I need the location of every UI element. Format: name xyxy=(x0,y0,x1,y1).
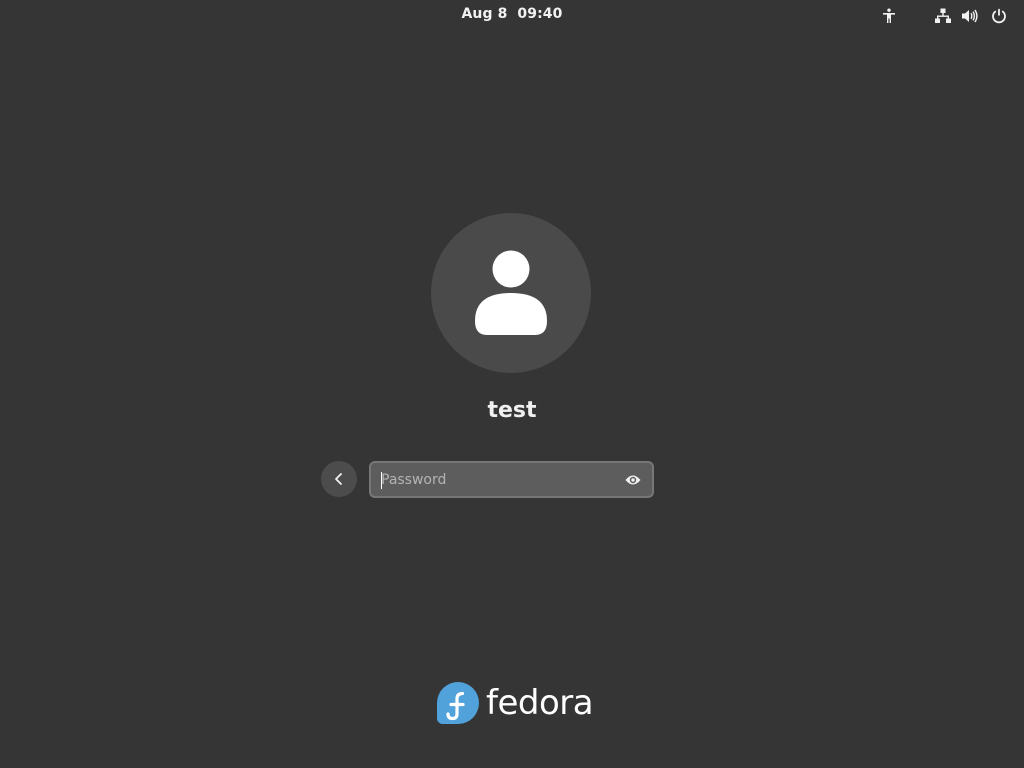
eye-icon xyxy=(625,475,641,485)
username-label: test xyxy=(487,398,537,423)
show-password-button[interactable] xyxy=(624,471,642,489)
date-time[interactable]: Aug 8 09:40 xyxy=(0,6,1024,22)
top-bar: Aug 8 09:40 xyxy=(0,0,1024,32)
fedora-logo: fedora xyxy=(436,681,594,725)
power-icon[interactable] xyxy=(989,6,1009,26)
fedora-logo-icon xyxy=(437,682,479,724)
time-label: 09:40 xyxy=(517,6,563,22)
user-avatar xyxy=(431,213,591,373)
password-input[interactable] xyxy=(381,463,611,496)
password-field[interactable] xyxy=(369,461,654,498)
chevron-left-icon xyxy=(335,473,342,485)
network-icon[interactable] xyxy=(933,6,953,26)
volume-icon[interactable] xyxy=(960,6,980,26)
user-icon xyxy=(475,250,547,335)
fedora-wordmark: fedora xyxy=(486,683,594,723)
back-button[interactable] xyxy=(321,461,357,497)
login-screen: Aug 8 09:40 test fedora xyxy=(0,0,1024,768)
date-label: Aug 8 xyxy=(461,6,508,22)
text-caret xyxy=(381,472,382,489)
accessibility-icon[interactable] xyxy=(879,6,899,26)
